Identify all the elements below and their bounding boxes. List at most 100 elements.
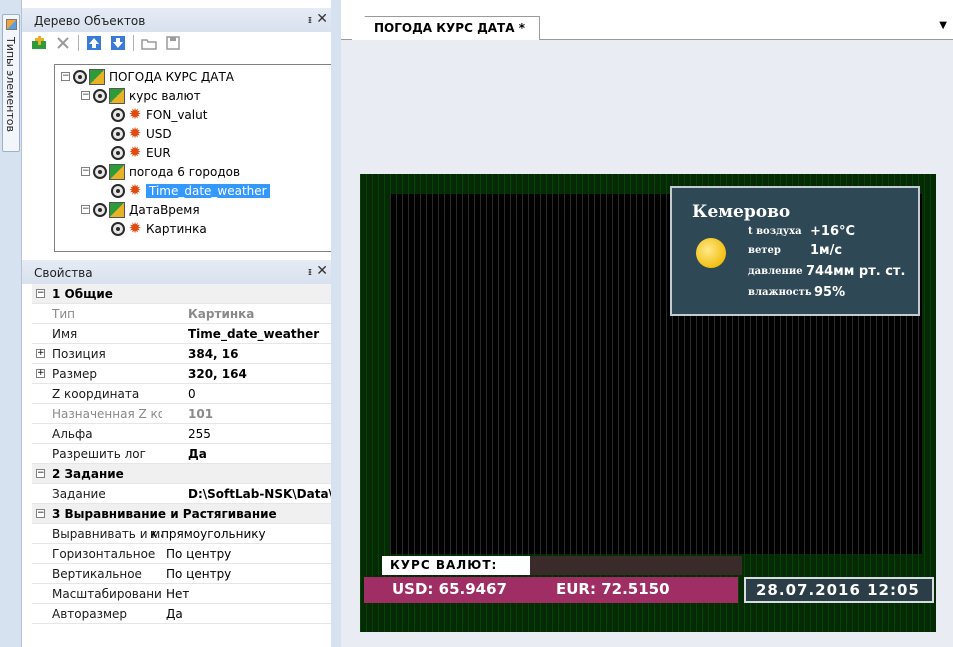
property-row[interactable]: Разрешить лог Да (32, 444, 352, 464)
collapse-icon[interactable]: − (81, 205, 90, 214)
tree-node-item[interactable]: ✹ USD (111, 125, 172, 142)
property-row[interactable]: Горизонтальное По центру (32, 544, 352, 564)
property-name: Размер (52, 367, 98, 381)
tree-node-group[interactable]: − погода 6 городов (81, 163, 240, 180)
property-row[interactable]: Назначенная Z коо 101 (32, 404, 352, 424)
panel-splitter[interactable] (331, 0, 341, 647)
tree-node-item-selected[interactable]: ✹ Time_date_weather (111, 182, 270, 199)
close-icon[interactable]: ✕ (316, 11, 328, 27)
expand-icon[interactable]: + (36, 369, 45, 378)
property-category[interactable]: −3 Выравнивание и Растягивание (32, 504, 352, 524)
visibility-eye-icon[interactable] (111, 126, 125, 141)
usd-rate: USD: 65.9467 (392, 580, 507, 598)
property-value[interactable]: По центру (166, 567, 330, 581)
property-value[interactable]: Нет (166, 587, 330, 601)
property-value[interactable]: Да (166, 607, 330, 621)
open-icon[interactable] (140, 34, 158, 52)
temperature-label: t воздуха (748, 226, 802, 237)
pin-icon[interactable]: ᵻ (308, 13, 312, 26)
move-up-icon[interactable] (85, 34, 103, 52)
property-category[interactable]: −1 Общие (32, 284, 352, 304)
tab-list-dropdown-icon[interactable]: ▼ (939, 20, 947, 31)
property-value[interactable]: Да (188, 447, 352, 461)
currency-bar[interactable]: USD: 65.9467 EUR: 72.5150 (364, 577, 738, 603)
property-row[interactable]: Задание D:\SoftLab-NSK\Data\ (32, 484, 352, 504)
property-row[interactable]: Z координата 0 (32, 384, 352, 404)
property-value[interactable]: D:\SoftLab-NSK\Data\ (188, 487, 352, 501)
weather-widget[interactable]: Кемерово t воздуха +16°C ветер 1м/с давл… (670, 186, 920, 316)
group-icon (109, 87, 125, 104)
collapse-icon[interactable]: − (36, 469, 45, 478)
group-icon (109, 201, 125, 218)
picture-element-icon: ✹ (128, 123, 142, 142)
property-name: Позиция (52, 347, 106, 361)
tree-node-item[interactable]: ✹ Картинка (111, 220, 207, 237)
property-row[interactable]: Выравнивать и маск прямоугольнику (32, 524, 352, 544)
delete-icon[interactable] (54, 34, 72, 52)
visibility-eye-icon[interactable] (73, 69, 87, 84)
visibility-eye-icon[interactable] (93, 202, 107, 217)
property-name: Выравнивать и мас (52, 527, 162, 541)
property-value[interactable]: По центру (166, 547, 330, 561)
collapse-icon[interactable]: − (81, 91, 90, 100)
group-icon (109, 163, 125, 180)
property-value[interactable]: 320, 164 (188, 367, 352, 381)
collapse-icon[interactable]: − (36, 509, 45, 518)
property-row[interactable]: + Размер 320, 164 (32, 364, 352, 384)
collapse-icon[interactable]: − (36, 289, 45, 298)
properties-header: Свойства ᵻ ✕ (22, 260, 340, 284)
visibility-eye-icon[interactable] (111, 221, 125, 236)
add-element-icon[interactable] (30, 34, 48, 52)
save-icon[interactable] (164, 34, 182, 52)
date-time-display[interactable]: 28.07.2016 12:05 (744, 577, 934, 603)
toolbar-separator (78, 35, 79, 51)
close-icon[interactable]: ✕ (316, 263, 328, 279)
tree-node-group[interactable]: − курс валют (81, 87, 201, 104)
temperature-value: +16°C (810, 224, 856, 239)
object-tree[interactable]: − ПОГОДА КУРС ДАТА − курс валют ✹ FON_va… (54, 64, 332, 252)
tree-node-item[interactable]: ✹ FON_valut (111, 106, 207, 123)
property-grid: −1 Общие Тип Картинка Имя Time_date_weathe… (32, 284, 352, 624)
collapse-icon[interactable]: − (81, 167, 90, 176)
eur-rate: EUR: 72.5150 (556, 580, 670, 598)
tree-node-root[interactable]: − ПОГОДА КУРС ДАТА (61, 68, 234, 85)
properties-panel: Свойства ᵻ ✕ −1 Общие Тип Картинка Имя Tim… (22, 258, 352, 647)
property-value[interactable]: 255 (188, 427, 352, 441)
property-category[interactable]: −2 Задание (32, 464, 352, 484)
visibility-eye-icon[interactable] (93, 164, 107, 179)
property-name: Задание (52, 487, 106, 501)
tree-node-item[interactable]: ✹ EUR (111, 144, 171, 161)
tree-node-label: Time_date_weather (146, 183, 270, 198)
visibility-eye-icon[interactable] (111, 107, 125, 122)
tree-node-label: FON_valut (146, 107, 208, 122)
visibility-eye-icon[interactable] (111, 145, 125, 160)
pin-icon[interactable]: ᵻ (308, 265, 312, 278)
property-value[interactable]: 384, 16 (188, 347, 352, 361)
property-row[interactable]: Имя Time_date_weather (32, 324, 352, 344)
collapse-icon[interactable]: − (61, 72, 70, 81)
property-row[interactable]: Альфа 255 (32, 424, 352, 444)
property-row[interactable]: Масштабирование Нет (32, 584, 352, 604)
move-down-icon[interactable] (109, 34, 127, 52)
property-value[interactable]: 0 (188, 387, 352, 401)
property-row[interactable]: Тип Картинка (32, 304, 352, 324)
element-types-tab[interactable]: Типы элементов (2, 14, 20, 152)
picture-element-icon: ✹ (128, 142, 142, 161)
expand-icon[interactable]: + (36, 349, 45, 358)
document-tab[interactable]: ПОГОДА КУРС ДАТА * (351, 16, 540, 41)
property-row[interactable]: + Позиция 384, 16 (32, 344, 352, 364)
property-row[interactable]: Авторазмер Да (32, 604, 352, 624)
property-row[interactable]: Вертикальное По центру (32, 564, 352, 584)
property-name: Имя (52, 327, 78, 341)
elements-icon (6, 19, 17, 30)
visibility-eye-icon[interactable] (111, 183, 125, 198)
wind-value: 1м/с (810, 243, 843, 258)
property-value[interactable]: Time_date_weather (188, 327, 352, 341)
property-name: Разрешить лог (52, 447, 146, 461)
project-icon (89, 68, 105, 85)
picture-element-icon: ✹ (128, 180, 142, 199)
property-value[interactable]: к прямоугольнику (150, 527, 314, 541)
tree-node-group[interactable]: − ДатаВремя (81, 201, 200, 218)
visibility-eye-icon[interactable] (93, 88, 107, 103)
element-types-label: Типы элементов (4, 37, 17, 132)
